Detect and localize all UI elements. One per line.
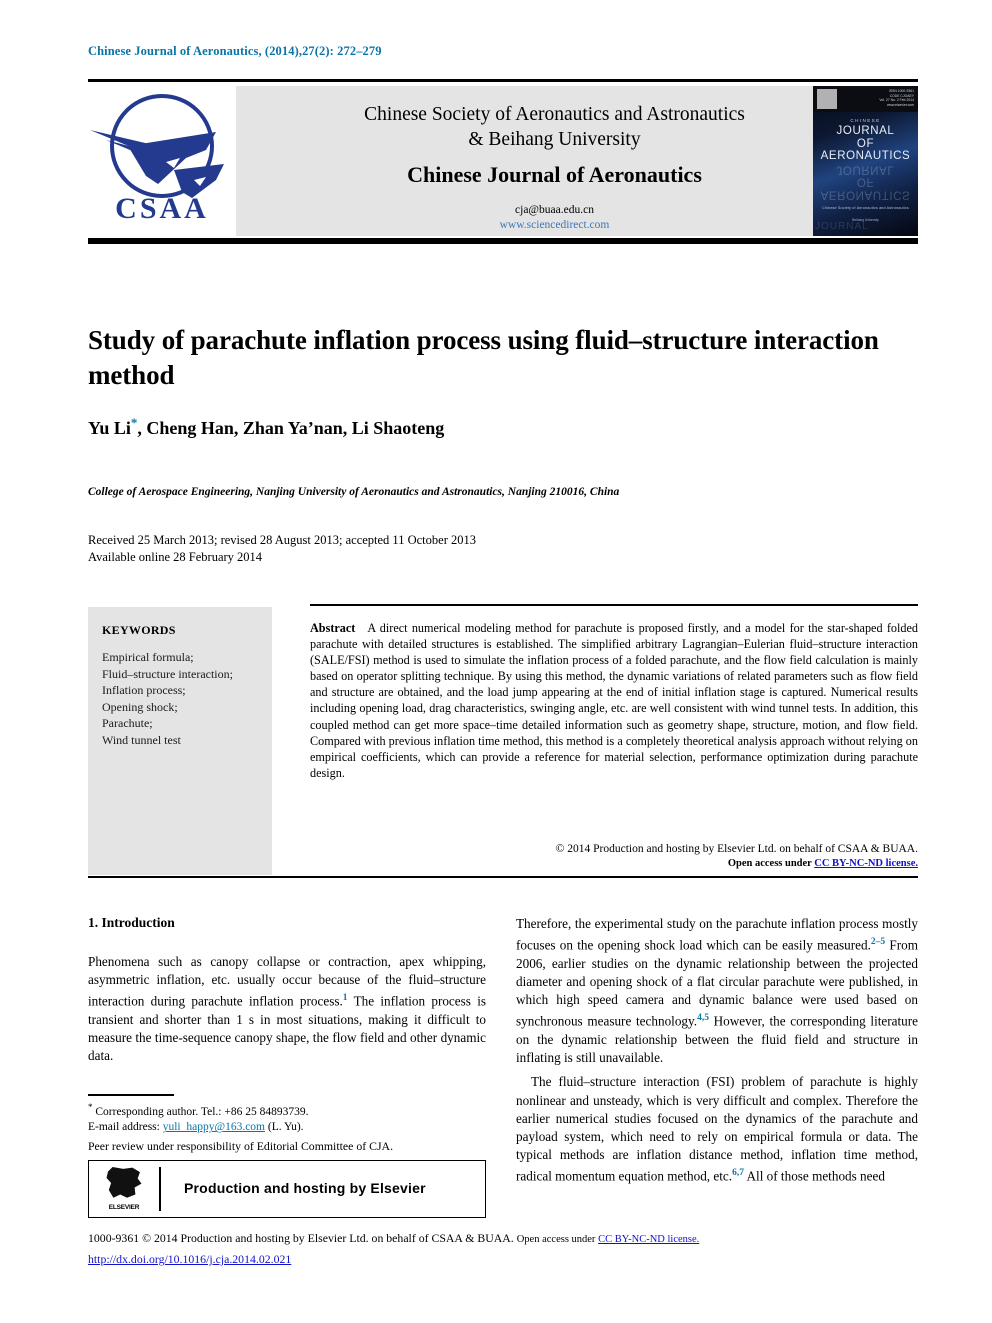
abstract-open-access: Open access under CC BY-NC-ND license. [310,858,918,869]
production-hosting-box: ELSEVIER Production and hosting by Elsev… [88,1160,486,1218]
abstract-rule-bottom [88,876,918,878]
body-column-left: 1. Introduction Phenomena such as canopy… [88,915,486,1072]
footer-issn-copyright: 1000-9361 © 2014 Production and hosting … [88,1231,514,1245]
body-column-right: Therefore, the experimental study on the… [516,915,918,1192]
cover-ghost-text: JOURNAL [815,221,869,232]
cover-issn-block: ISSN 1000-9361 CODE CJOAEY Vol. 27 No. 2 F… [879,89,914,107]
peer-review-note: Peer review under responsibility of Edit… [88,1139,394,1153]
doi-link[interactable]: http://dx.doi.org/10.1016/j.cja.2014.02.… [88,1252,291,1267]
paragraph-right-1: Therefore, the experimental study on the… [516,915,918,1067]
article-dates: Received 25 March 2013; revised 28 Augus… [88,532,888,566]
header-rule-bottom [88,238,918,244]
keywords-heading: KEYWORDS [102,623,176,637]
cover-title-line-2: OF [856,137,875,150]
cover-title-line-1: JOURNAL [836,125,895,137]
keyword-item: Inflation process; [102,683,186,697]
paragraph-right-2-part-1: The fluid–structure interaction (FSI) pr… [516,1074,918,1184]
running-head: Chinese Journal of Aeronautics, (2014),2… [88,44,382,58]
author-list: Yu Li*, Cheng Han, Zhan Ya’nan, Li Shaot… [88,415,888,439]
host-box-divider [159,1167,161,1211]
footer-license-link[interactable]: CC BY-NC-ND license. [598,1234,699,1245]
footnote-email-link[interactable]: yuli_happy@163.com [163,1121,265,1133]
keyword-item: Wind tunnel test [102,732,181,747]
author-list-suffix: , Cheng Han, Zhan Ya’nan, Li Shaoteng [137,418,445,438]
journal-masthead: CSAA Chinese Society of Aeronautics and … [88,86,918,236]
masthead-banner: Chinese Society of Aeronautics and Astro… [236,86,873,236]
page-footer: 1000-9361 © 2014 Production and hosting … [88,1231,918,1246]
header-rule-top [88,79,918,82]
paragraph-right-2-part-3: All of those methods need [743,1168,885,1184]
section-heading-introduction: 1. Introduction [88,915,175,930]
csaa-wordmark: CSAA [115,192,209,225]
abstract-license-link[interactable]: CC BY-NC-ND license. [814,858,918,869]
csaa-logo: CSAA [88,88,236,236]
cover-bottom-line-1: Chinese Society of Aeronautics and Astro… [822,206,909,210]
footnote-email-label: E-mail address: [88,1121,160,1134]
abstract: Abstract A direct numerical modeling meth… [310,620,918,781]
keyword-item: Empirical formula; [102,650,194,664]
available-online-line: Available online 28 February 2014 [88,550,263,564]
abstract-label: Abstract [310,621,356,635]
affiliation: College of Aerospace Engineering, Nanjin… [88,486,620,498]
paper-page: Chinese Journal of Aeronautics, (2014),2… [0,0,992,1323]
cover-title-line-3: AERONAUTICS [820,150,911,162]
cover-reflect-line-1: AERONAUTICS [820,188,911,201]
author-list-prefix: Yu Li [88,418,131,438]
paragraph-left-1: Phenomena such as canopy collapse or con… [88,953,486,1066]
cover-reflect-line-3: JOURNAL [836,163,895,176]
footnote-corresponding: Corresponding author. Tel.: +86 25 84893… [95,1105,309,1118]
sciencedirect-url[interactable]: www.sciencedirect.com [236,219,873,231]
keyword-item: Fluid–structure interaction; [102,666,233,681]
citation-ref[interactable]: 4,5 [697,1013,709,1023]
received-line: Received 25 March 2013; revised 28 Augus… [88,533,476,547]
keywords-list: Empirical formula; Fluid–structure inter… [102,649,233,748]
citation-ref[interactable]: 6,7 [732,1168,744,1178]
journal-cover-thumbnail: ISSN 1000-9361 CODE CJOAEY Vol. 27 No. 2 F… [813,86,918,236]
cover-title: JOURNAL OF AERONAUTICS [813,125,918,163]
footer-open-access-prefix: Open access under [516,1234,599,1245]
cover-reflect-line-2: OF [856,176,875,188]
footnote-rule [88,1094,174,1096]
citation-ref[interactable]: 2–5 [871,937,885,947]
article-title: Study of parachute inflation process usi… [88,325,879,391]
paragraph-right-1-part-1: Therefore, the experimental study on the… [516,916,918,953]
society-line-1: Chinese Society of Aeronautics and Astro… [364,104,745,125]
cover-title-reflection: AERONAUTICS OF JOURNAL [813,163,918,201]
abstract-rule-top [310,604,918,606]
journal-title: Chinese Journal of Aeronautics [407,162,702,187]
journal-email: cja@buaa.edu.cn [515,204,594,216]
keyword-item: Parachute; [102,716,153,730]
footnote-block: * Corresponding author. Tel.: +86 25 848… [88,1100,486,1136]
cover-elsevier-logo-icon [817,89,837,109]
abstract-credit: © 2014 Production and hosting by Elsevie… [555,843,918,855]
footnote-star: * [88,1102,93,1112]
keyword-item: Opening shock; [102,699,178,714]
society-line-2: & Beihang University [468,129,641,150]
keywords-box: KEYWORDS Empirical formula; Fluid–struct… [88,607,272,875]
production-hosting-text: Production and hosting by Elsevier [184,1180,426,1196]
elsevier-wordmark: ELSEVIER [108,1204,140,1211]
cover-chinese-label: CHINESE [850,118,881,123]
paragraph-right-2: The fluid–structure interaction (FSI) pr… [516,1073,918,1186]
abstract-open-access-prefix: Open access under [727,858,815,869]
abstract-text: A direct numerical modeling method for p… [310,621,918,780]
elsevier-tree-icon: ELSEVIER [101,1167,147,1211]
footnote-email-suffix: (L. Yu). [267,1121,304,1134]
